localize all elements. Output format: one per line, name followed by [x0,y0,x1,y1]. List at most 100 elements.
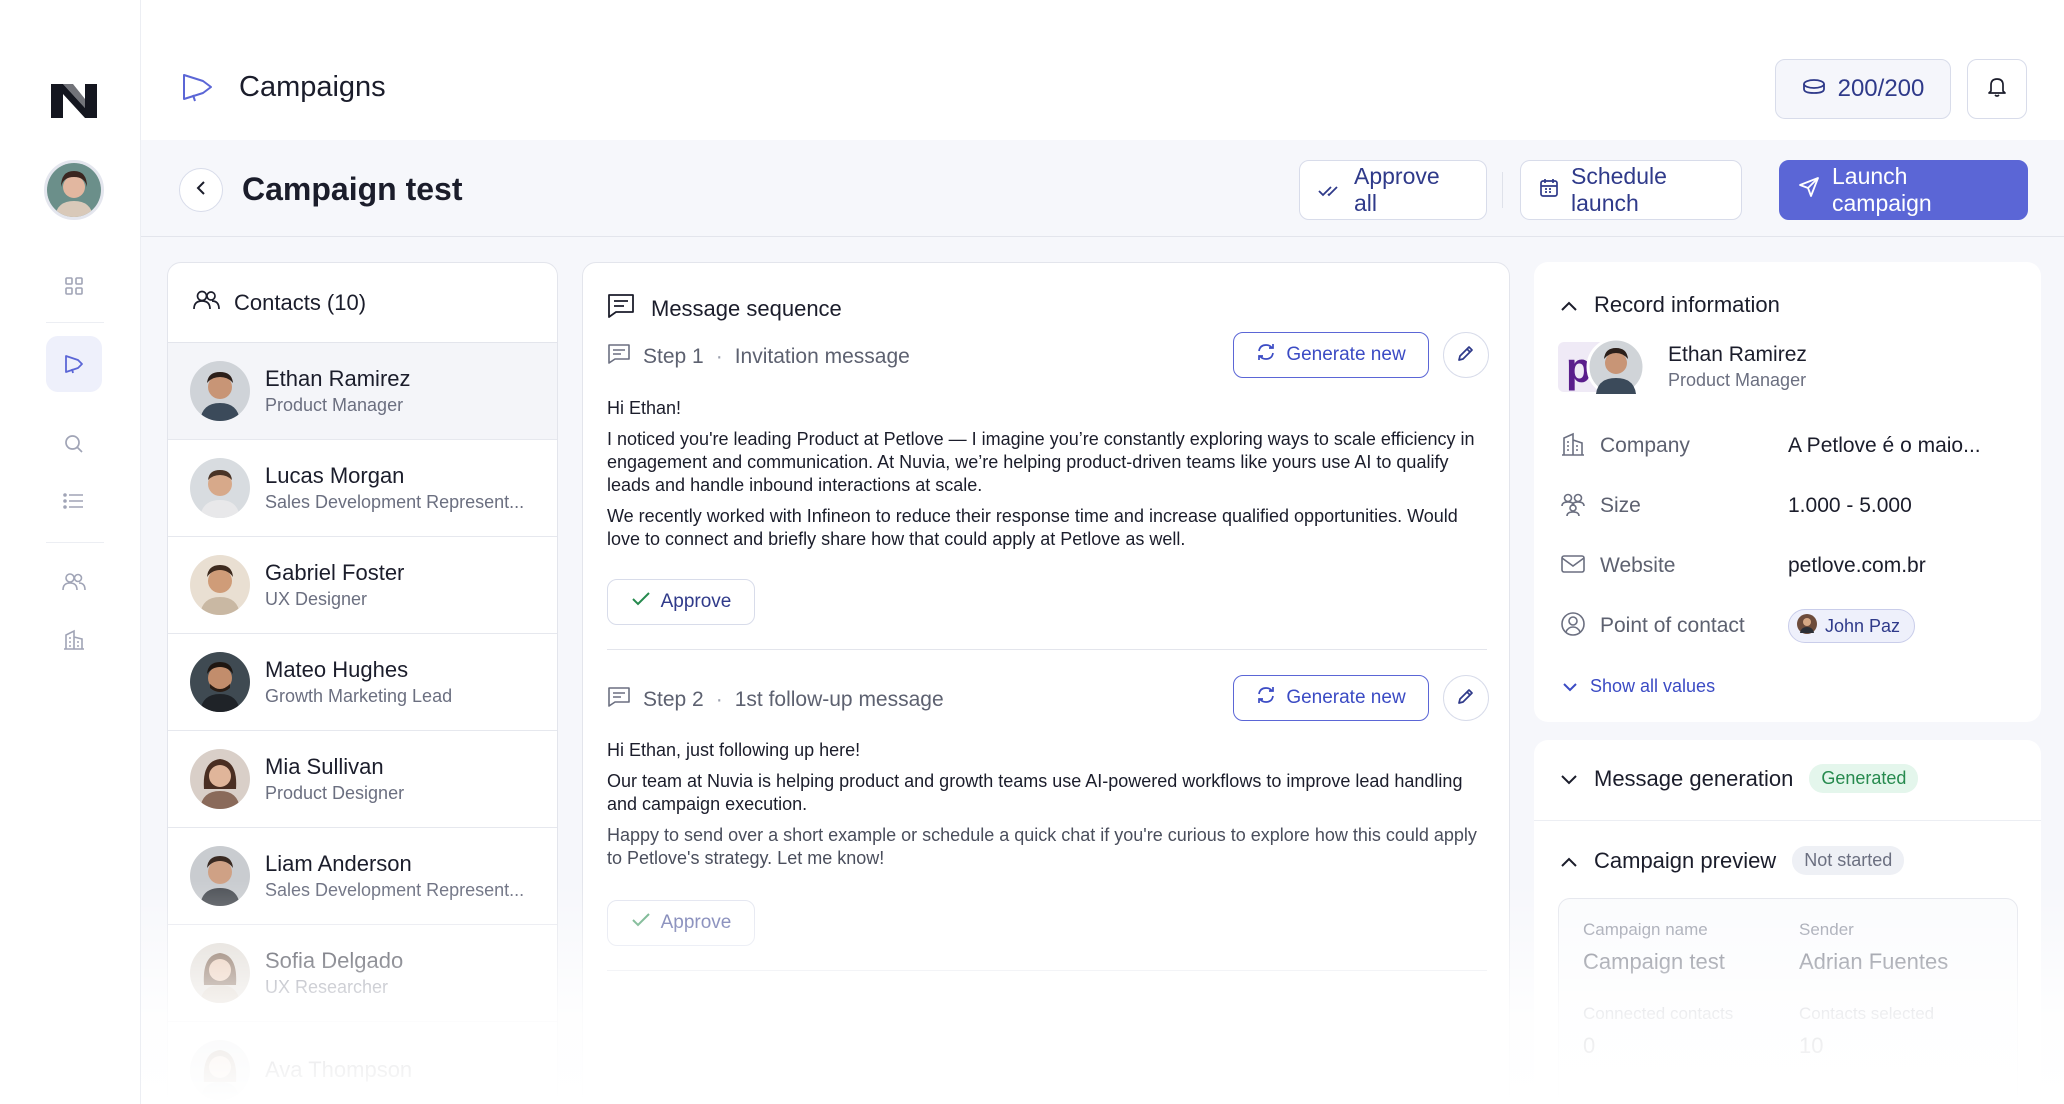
contact-role: Growth Marketing Lead [265,686,453,706]
contact-role: Sales Development Represent... [265,880,525,900]
separator-dot: · [715,345,723,368]
campaign-preview-header[interactable]: Campaign preview Not started [1560,846,1905,875]
chevron-up-icon [1560,848,1578,874]
contact-row[interactable]: Gabriel Foster UX Designer [168,537,557,634]
preview-label: Contacts selected [1799,1004,1935,1023]
app-logo[interactable] [49,78,99,122]
contact-name: Mia Sullivan [265,754,384,779]
contact-row[interactable]: Mia Sullivan Product Designer [168,731,557,828]
contact-role: Sales Development Represent... [265,492,525,512]
notifications-button[interactable] [1967,59,2027,119]
building-icon[interactable] [46,612,102,668]
message-sequence-title: Message sequence [651,296,842,321]
step-1-header: Step 1 · Invitation message [607,343,910,371]
search-icon[interactable] [46,416,102,472]
contact-avatar [190,361,250,421]
approve-all-button[interactable]: Approve all [1299,160,1487,220]
step-1-message-body[interactable]: Hi Ethan! I noticed you're leading Produ… [607,397,1487,559]
field-label: Point of contact [1600,614,1745,637]
step-number: Step 1 [643,345,704,368]
message-generation-header[interactable]: Message generation Generated [1560,764,1919,793]
pencil-icon [1457,687,1475,710]
header-divider [1502,172,1503,208]
contact-row[interactable]: Liam Anderson Sales Development Represent… [168,828,557,925]
dashboard-grid-icon[interactable] [46,258,102,314]
campaigns-megaphone-icon[interactable] [46,336,102,392]
contact-name: Liam Anderson [265,851,412,876]
preview-sender: Sender Adrian Fuentes [1799,919,1948,977]
field-label: Company [1600,434,1690,457]
contact-role: Product Manager [265,395,404,415]
refresh-icon [1256,342,1276,368]
contact-row[interactable]: Sofia Delgado UX Researcher [168,925,557,1022]
contact-name: Lucas Morgan [265,463,405,488]
record-information-panel: Record information p Ethan Ramirez Produ… [1534,262,2041,722]
approve-button[interactable]: Approve [607,900,755,946]
generated-status-badge: Generated [1809,764,1919,793]
message-sequence-header: Message sequence [607,293,842,325]
approve-button[interactable]: Approve [607,579,755,625]
list-icon[interactable] [46,473,102,529]
contact-row[interactable]: Lucas Morgan Sales Development Represent.… [168,440,557,537]
preview-label: Connected contacts [1583,1004,1734,1023]
launch-campaign-button[interactable]: Launch campaign [1779,160,2028,220]
user-avatar[interactable] [44,160,104,220]
field-size: Size 1.000 - 5.000 [1560,490,1912,522]
contact-name: Mateo Hughes [265,657,409,682]
generate-new-button[interactable]: Generate new [1233,675,1429,721]
show-all-values-link[interactable]: Show all values [1562,676,1715,697]
record-person: p Ethan Ramirez Product Manager [1558,337,1807,397]
double-check-icon [1318,177,1342,204]
coins-icon [1802,75,1826,103]
contact-row[interactable]: Mateo Hughes Growth Marketing Lead [168,634,557,731]
field-value[interactable]: petlove.com.br [1788,554,1926,578]
contact-avatar [1797,613,1817,639]
contact-avatar [190,749,250,809]
top-header: Campaigns 200/200 [141,0,2064,140]
megaphone-icon [181,72,215,107]
contact-role: Product Designer [265,783,405,803]
generate-new-label: Generate new [1286,687,1406,708]
preview-label: Campaign name [1583,920,1708,939]
contact-name: Ethan Ramirez [265,366,411,391]
contacts-title: Contacts (10) [234,289,367,315]
pencil-icon [1457,344,1475,367]
point-of-contact-name: John Paz [1825,615,1901,636]
record-information-header[interactable]: Record information [1560,292,1780,318]
edit-message-button[interactable] [1443,675,1489,721]
panel-divider [1534,820,2041,821]
not-started-status-badge: Not started [1792,846,1905,875]
launch-campaign-label: Launch campaign [1832,163,1932,216]
send-icon [1798,176,1820,204]
bell-icon [1987,76,2007,103]
separator-dot: · [715,688,723,711]
campaign-preview-card: Campaign name Campaign test Sender Adria… [1558,898,2018,1104]
preview-value: Adrian Fuentes [1799,949,1949,974]
users-icon [192,289,220,317]
step-2-message-body[interactable]: Hi Ethan, just following up here! Our te… [607,739,1487,878]
page-title: Campaign test [242,171,463,207]
contacts-panel: Contacts (10) Ethan Ramirez Product Manag… [167,262,558,1104]
step-name: 1st follow-up message [734,688,944,711]
campaign-header: Campaign test Approve all Schedule launc… [141,140,2064,237]
users-group-icon [1560,491,1586,522]
check-icon [631,591,651,613]
contact-avatar [190,458,250,518]
edit-message-button[interactable] [1443,332,1489,378]
point-of-contact-chip[interactable]: John Paz [1788,609,1916,643]
contact-avatar [190,555,250,615]
message-paragraph: Hi Ethan! [607,398,682,418]
message-generation-title: Message generation [1594,765,1794,791]
refresh-icon [1256,685,1276,711]
preview-value: 0 [1583,1033,1596,1058]
contact-row[interactable]: Ethan Ramirez Product Manager [168,343,557,440]
contact-row[interactable]: Ava Thompson [168,1022,557,1104]
credits-button[interactable]: 200/200 [1775,59,1951,119]
record-role: Product Manager [1668,370,1807,390]
app-window: Campaigns 200/200 Campaign test Approve … [0,0,2064,1104]
contact-role: UX Designer [265,589,368,609]
users-icon[interactable] [46,554,102,610]
back-button[interactable] [179,168,223,212]
schedule-launch-button[interactable]: Schedule launch [1520,160,1742,220]
generate-new-button[interactable]: Generate new [1233,332,1429,378]
